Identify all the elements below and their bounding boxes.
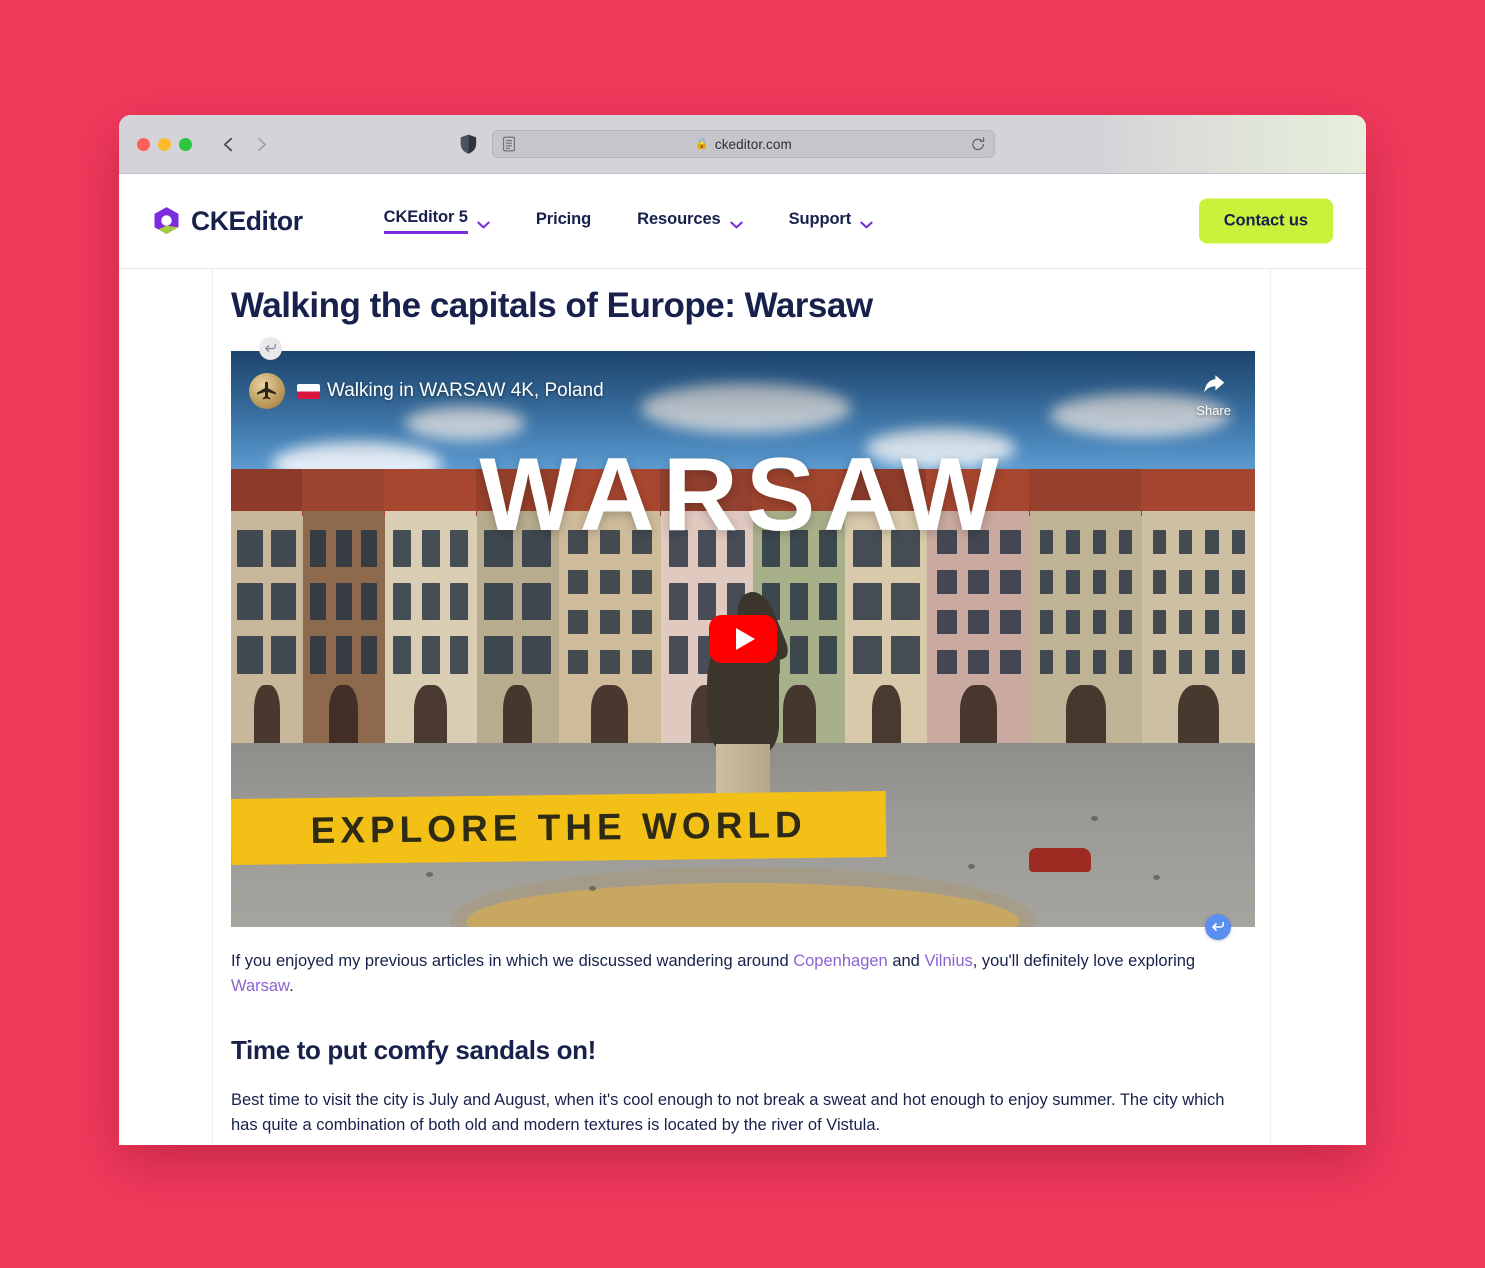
intro-text-4: . — [289, 977, 294, 996]
site-header: CKEditor CKEditor 5 Pricing Resources Su… — [119, 174, 1366, 269]
link-copenhagen[interactable]: Copenhagen — [793, 952, 888, 970]
channel-avatar[interactable] — [249, 373, 285, 409]
reload-icon[interactable] — [971, 136, 985, 152]
nav-label: Resources — [637, 209, 721, 228]
chevron-down-icon — [729, 216, 743, 229]
nav-item-resources[interactable]: Resources — [614, 210, 765, 233]
browser-window: 🔒 ckeditor.com CKEditor CKEditor 5 Prici… — [119, 115, 1366, 1145]
editor-content[interactable]: Walking the capitals of Europe: Warsaw W… — [231, 269, 1255, 1144]
youtube-title-bar: Walking in WARSAW 4K, Poland — [249, 373, 604, 409]
minimize-window-button[interactable] — [158, 137, 171, 151]
nav-item-pricing[interactable]: Pricing — [513, 210, 614, 233]
brand-logo-link[interactable]: CKEditor — [152, 206, 303, 237]
youtube-video-embed[interactable]: WARSAW EXPLORE THE WORLD Walking in WARS… — [231, 351, 1255, 927]
reader-view-icon[interactable] — [502, 136, 516, 152]
address-bar[interactable]: 🔒 ckeditor.com — [492, 130, 995, 158]
body-paragraph-1[interactable]: Best time to visit the city is July and … — [231, 1088, 1241, 1138]
url-display[interactable]: 🔒 ckeditor.com — [516, 137, 971, 152]
play-triangle-icon — [735, 628, 755, 650]
brand-name: CKEditor — [191, 205, 303, 236]
close-window-button[interactable] — [137, 137, 150, 151]
youtube-play-button[interactable] — [709, 615, 777, 663]
video-widget[interactable]: WARSAW EXPLORE THE WORLD Walking in WARS… — [231, 337, 1255, 940]
editor-area: Walking the capitals of Europe: Warsaw W… — [119, 269, 1366, 1144]
browser-titlebar: 🔒 ckeditor.com — [119, 115, 1366, 174]
poland-flag-icon — [297, 383, 320, 399]
nav-item-support[interactable]: Support — [766, 210, 897, 233]
parked-car — [1029, 847, 1092, 872]
window-traffic-lights — [137, 137, 192, 151]
nav-label: Pricing — [535, 209, 592, 228]
intro-text-2: and — [887, 952, 925, 970]
insert-paragraph-before-button[interactable] — [259, 337, 282, 360]
contact-us-button[interactable]: Contact us — [1198, 198, 1333, 244]
ckeditor-logo-icon — [152, 206, 181, 236]
section-subheading: Time to put comfy sandals on! — [231, 1035, 596, 1066]
article-title: Walking the capitals of Europe: Warsaw — [231, 286, 873, 325]
back-icon[interactable] — [220, 136, 237, 153]
intro-text-3: , you'll definitely love exploring — [972, 952, 1196, 970]
video-title: Walking in WARSAW 4K, Poland — [327, 380, 604, 401]
nav-item-ckeditor5[interactable]: CKEditor 5 — [361, 208, 513, 234]
nav-label: Support — [788, 209, 852, 228]
nav-label: CKEditor 5 — [383, 208, 468, 234]
share-icon — [1202, 373, 1226, 400]
link-vilnius[interactable]: Vilnius — [924, 952, 972, 970]
intro-paragraph[interactable]: If you enjoyed my previous articles in w… — [231, 949, 1241, 999]
forward-icon[interactable] — [253, 136, 270, 153]
lock-icon: 🔒 — [695, 137, 709, 150]
editor-content-frame: Walking the capitals of Europe: Warsaw W… — [212, 269, 1271, 1144]
share-button[interactable]: Share — [1196, 373, 1231, 418]
main-navigation: CKEditor 5 Pricing Resources Support — [361, 208, 897, 234]
url-text: ckeditor.com — [714, 136, 792, 152]
chevron-down-icon — [860, 216, 873, 229]
insert-paragraph-after-button[interactable] — [1205, 914, 1231, 940]
plaza-circle — [466, 882, 1020, 927]
link-warsaw[interactable]: Warsaw — [231, 977, 289, 995]
video-title-row[interactable]: Walking in WARSAW 4K, Poland — [297, 380, 604, 402]
browser-navigation — [220, 136, 270, 153]
maximize-window-button[interactable] — [179, 137, 192, 151]
warsaw-mermaid-monument — [695, 586, 793, 858]
privacy-shield-icon[interactable] — [460, 134, 477, 154]
share-label: Share — [1196, 403, 1231, 418]
chevron-down-icon — [477, 216, 490, 229]
intro-text-1: If you enjoyed my previous articles in w… — [231, 952, 794, 970]
